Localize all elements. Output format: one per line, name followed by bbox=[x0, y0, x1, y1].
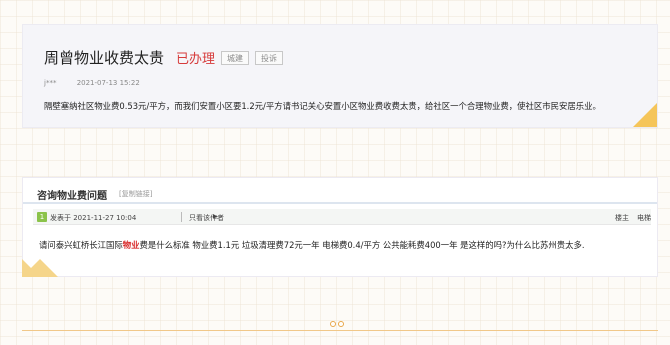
pagination-dots bbox=[330, 321, 344, 327]
tag-chengjian[interactable]: 城建 bbox=[221, 50, 250, 65]
page-dot[interactable] bbox=[330, 321, 336, 327]
bottom-divider bbox=[22, 330, 658, 331]
copy-link-button[interactable]: [复制链接] bbox=[119, 189, 152, 199]
avatar[interactable]: 1 bbox=[37, 212, 47, 222]
post-date: 发表于 2021-11-27 10:04 bbox=[50, 214, 137, 222]
post-info-bar: 1 发表于 2021-11-27 10:04 只看该作者 ▶ 楼主 电梯 bbox=[33, 209, 651, 225]
tag-complaint[interactable]: 投诉 bbox=[255, 50, 284, 65]
corner-decoration-right bbox=[22, 259, 58, 277]
divider bbox=[181, 212, 182, 222]
elevator-link[interactable]: 电梯 bbox=[637, 213, 651, 223]
post-header: 咨询物业费问题 [复制链接] bbox=[23, 178, 657, 204]
forum-post-card: 咨询物业费问题 [复制链接] 1 发表于 2021-11-27 10:04 只看… bbox=[22, 177, 658, 277]
only-author-link[interactable]: 只看该作者 bbox=[189, 213, 224, 223]
post-content-post: 费是什么标准 物业费1.1元 垃圾清理费72元一年 电梯费0.4/平方 公共能耗… bbox=[139, 240, 585, 250]
complaint-card: 周曾物业收费太贵 已办理 城建 投诉 j*** 2021-07-13 15:22… bbox=[22, 24, 658, 128]
status-badge: 已办理 bbox=[176, 52, 216, 67]
corner-decoration bbox=[633, 103, 657, 127]
page-dot[interactable] bbox=[338, 321, 344, 327]
post-content-pre: 请问泰兴虹桥长江国际 bbox=[39, 240, 123, 250]
complaint-meta: j*** 2021-07-13 15:22 bbox=[44, 79, 140, 87]
play-icon[interactable]: ▶ bbox=[213, 213, 218, 220]
post-content: 请问泰兴虹桥长江国际物业费是什么标准 物业费1.1元 垃圾清理费72元一年 电梯… bbox=[39, 238, 651, 252]
post-title[interactable]: 咨询物业费问题 bbox=[37, 187, 107, 202]
floor-label: 楼主 bbox=[615, 214, 629, 222]
complaint-title-row: 周曾物业收费太贵 已办理 城建 投诉 bbox=[44, 47, 284, 68]
complaint-date: 2021-07-13 15:22 bbox=[76, 79, 140, 87]
complaint-user: j*** bbox=[44, 79, 57, 87]
complaint-title[interactable]: 周曾物业收费太贵 bbox=[44, 47, 164, 68]
complaint-body: 隔壁塞纳社区物业费0.53元/平方，而我们安置小区要1.2元/平方请书记关心安置… bbox=[44, 101, 601, 111]
post-content-highlight: 物业 bbox=[122, 240, 140, 250]
